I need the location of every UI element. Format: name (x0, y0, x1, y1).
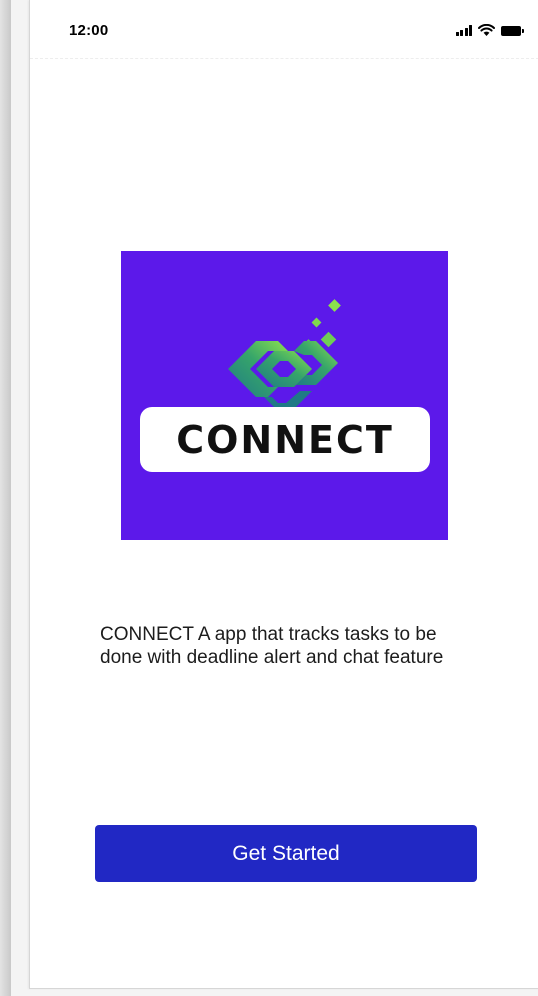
app-logo: CONNECT (121, 251, 448, 540)
logo-wordmark-pill: CONNECT (140, 407, 430, 472)
wifi-icon (478, 24, 495, 36)
signal-bars-icon (455, 25, 472, 36)
status-bar: 12:00 (30, 0, 538, 59)
device-bezel (0, 0, 11, 996)
app-description: CONNECT A app that tracks tasks to be do… (100, 624, 444, 668)
connect-logo-mark-icon (228, 299, 341, 411)
battery-icon (501, 26, 524, 36)
status-time: 12:00 (69, 22, 109, 39)
logo-wordmark: CONNECT (176, 417, 394, 462)
get-started-button[interactable]: Get Started (95, 825, 477, 882)
app-screen: 12:00 CONNECT CONNECT A app that tracks … (29, 0, 538, 989)
status-icons (455, 24, 524, 36)
device-frame: 12:00 CONNECT CONNECT A app that tracks … (11, 0, 538, 996)
